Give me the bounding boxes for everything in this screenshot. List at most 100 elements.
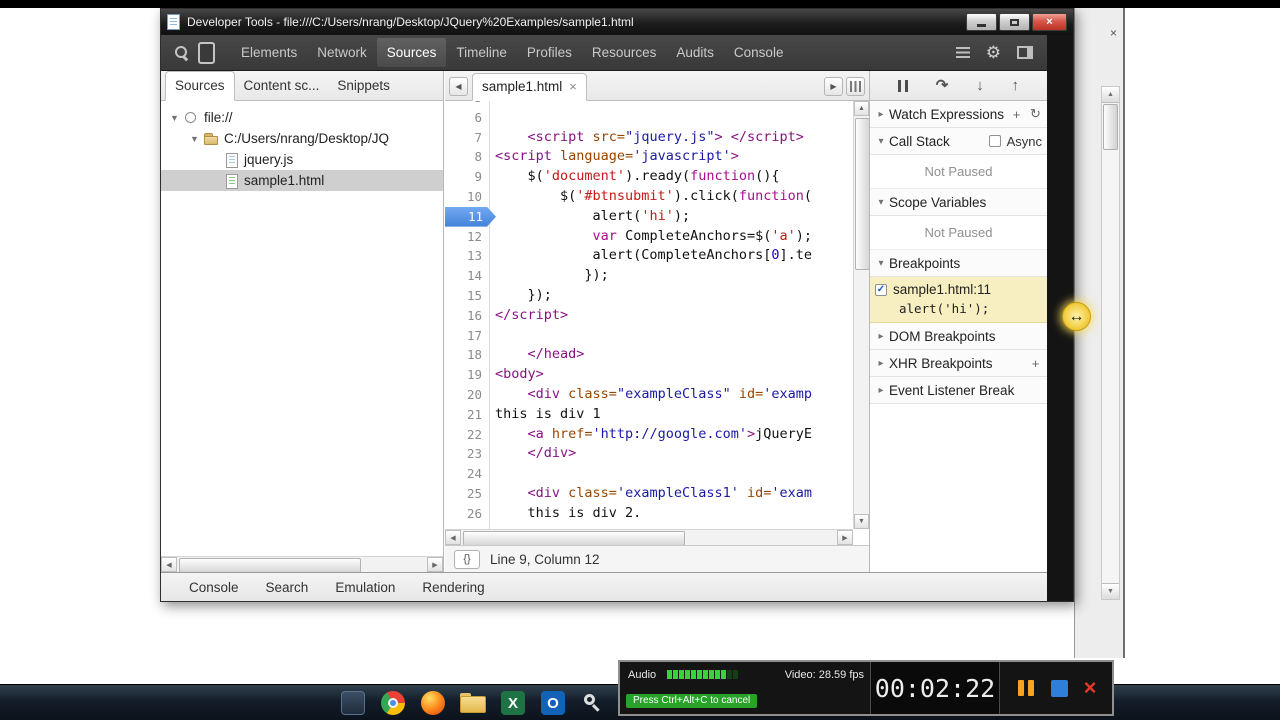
tab-profiles[interactable]: Profiles	[517, 37, 582, 68]
code-line[interactable]: <body>	[491, 365, 853, 385]
tree-item-file[interactable]: ▼ file://	[161, 107, 443, 128]
code-line[interactable]: var CompleteAnchors=$('a');	[491, 227, 853, 247]
code-line[interactable]: $('#btnsubmit').click(function(	[491, 187, 853, 207]
drawer-tab-console[interactable]: Console	[189, 580, 239, 595]
taskbar-outlook-icon[interactable]: O	[538, 688, 568, 718]
scroll-right-icon[interactable]: ▶	[837, 530, 853, 545]
step-into-button[interactable]: ↓	[976, 78, 984, 93]
pause-button[interactable]	[897, 79, 908, 92]
line-number[interactable]: 17	[445, 326, 489, 346]
scroll-left-icon[interactable]: ◀	[445, 530, 461, 545]
navigator-hscrollbar[interactable]: ◀ ▶	[161, 556, 443, 573]
scrollbar-thumb[interactable]	[1103, 104, 1118, 150]
console-drawer-icon[interactable]	[955, 47, 970, 58]
editor-hscrollbar[interactable]: ◀ ▶	[445, 529, 853, 546]
navigator-tab-sources[interactable]: Sources	[165, 71, 235, 101]
titlebar[interactable]: Developer Tools - file:///C:/Users/nrang…	[161, 9, 1073, 35]
tree-item-jquery-js[interactable]: jquery.js	[161, 149, 443, 170]
scrollbar-thumb[interactable]	[463, 531, 685, 546]
taskbar-chrome-icon[interactable]	[378, 688, 408, 718]
code-line[interactable]: this is div 1	[491, 405, 853, 425]
line-number[interactable]: 13	[445, 246, 489, 266]
code-line[interactable]: <a href='http://google.com'>jQueryE	[491, 425, 853, 445]
code-line[interactable]: <div class='exampleClass1' id='exam	[491, 484, 853, 504]
drawer-tab-emulation[interactable]: Emulation	[335, 580, 395, 595]
section-header-xhr-breakpoints[interactable]: ▸ XHR Breakpoints +	[870, 350, 1047, 377]
scrollbar-thumb[interactable]	[855, 118, 869, 270]
section-header-breakpoints[interactable]: ▾ Breakpoints	[870, 250, 1047, 277]
pretty-print-button[interactable]: {}	[454, 549, 480, 569]
code-line[interactable]: <div class="exampleClass" id='examp	[491, 385, 853, 405]
line-number[interactable]: 9	[445, 167, 489, 187]
dock-side-icon[interactable]	[1017, 46, 1033, 59]
tab-console[interactable]: Console	[724, 37, 794, 68]
line-number[interactable]: 19	[445, 365, 489, 385]
scroll-up-icon[interactable]: ▲	[1102, 87, 1119, 103]
hide-navigator-icon[interactable]: ◀	[449, 77, 468, 96]
editor-tab-sample1[interactable]: sample1.html ×	[472, 73, 587, 101]
line-number[interactable]: 24	[445, 464, 489, 484]
drawer-tab-search[interactable]: Search	[266, 580, 309, 595]
taskbar-folder-icon[interactable]	[458, 688, 488, 718]
line-number[interactable]: 21	[445, 405, 489, 425]
maximize-button[interactable]	[999, 13, 1030, 31]
code-line[interactable]: <script language='javascript'>	[491, 147, 853, 167]
code-line[interactable]: <head>	[491, 101, 853, 108]
code-line[interactable]: });	[491, 286, 853, 306]
tab-elements[interactable]: Elements	[231, 37, 307, 68]
line-number[interactable]: 25	[445, 484, 489, 504]
tab-network[interactable]: Network	[307, 37, 377, 68]
taskbar-search-icon[interactable]	[578, 688, 608, 718]
tab-audits[interactable]: Audits	[666, 37, 724, 68]
line-number[interactable]: 22	[445, 425, 489, 445]
navigator-tab-content-sc[interactable]: Content sc...	[235, 72, 329, 100]
scroll-down-icon[interactable]: ▼	[854, 514, 869, 529]
recorder-pause-button[interactable]	[1016, 680, 1036, 696]
line-number[interactable]: 6	[445, 108, 489, 128]
scroll-up-icon[interactable]: ▲	[854, 101, 869, 116]
code-editor[interactable]: <head> <script src="jquery.js"> </script…	[491, 101, 853, 529]
scroll-right-icon[interactable]: ▶	[427, 557, 443, 572]
scrollbar-thumb[interactable]	[179, 558, 361, 573]
code-line[interactable]	[491, 464, 853, 484]
line-number[interactable]: 20	[445, 385, 489, 405]
gutter[interactable]: 5678910111213141516171819202122232425262…	[445, 101, 496, 529]
refresh-icon[interactable]: ↻	[1029, 106, 1042, 122]
line-number[interactable]: 26	[445, 504, 489, 524]
breakpoint-entry[interactable]: ✓ sample1.html:11 alert('hi');	[870, 277, 1047, 323]
code-line[interactable]: });	[491, 266, 853, 286]
tab-resources[interactable]: Resources	[582, 37, 667, 68]
editor-vscrollbar[interactable]: ▲ ▼	[853, 101, 869, 529]
code-line[interactable]: $('document').ready(function(){	[491, 167, 853, 187]
panel-layout-icon[interactable]	[846, 77, 865, 96]
line-number[interactable]: 15	[445, 286, 489, 306]
line-number[interactable]: 8	[445, 147, 489, 167]
plus-icon[interactable]: +	[1010, 107, 1023, 122]
line-number[interactable]: 16	[445, 306, 489, 326]
code-line[interactable]: </div>	[491, 444, 853, 464]
line-number[interactable]: 7	[445, 128, 489, 148]
line-number[interactable]: 27	[445, 524, 489, 529]
section-header-call-stack[interactable]: ▾ Call Stack Async	[870, 128, 1047, 155]
show-debugger-icon[interactable]: ▶	[824, 77, 843, 96]
close-tab-icon[interactable]: ×	[569, 80, 577, 93]
code-line[interactable]	[491, 326, 853, 346]
code-line[interactable]	[491, 108, 853, 128]
drawer-tab-rendering[interactable]: Rendering	[422, 580, 484, 595]
step-over-button[interactable]: ↷	[936, 78, 949, 93]
section-header-watch-expressions[interactable]: ▸ Watch Expressions + ↻	[870, 101, 1047, 128]
line-number[interactable]: 10	[445, 187, 489, 207]
navigator-tab-snippets[interactable]: Snippets	[328, 72, 399, 100]
code-line[interactable]: this is div 2.	[491, 504, 853, 524]
section-header-scope-variables[interactable]: ▾ Scope Variables	[870, 189, 1047, 216]
device-mode-icon[interactable]	[198, 41, 215, 64]
line-number[interactable]: 23	[445, 444, 489, 464]
code-line[interactable]: alert('hi');	[491, 207, 853, 227]
line-number[interactable]: 14	[445, 266, 489, 286]
taskbar-excel-icon[interactable]: X	[498, 688, 528, 718]
code-line[interactable]: </script>	[491, 306, 853, 326]
taskbar-firefox-icon[interactable]	[418, 688, 448, 718]
recorder-close-button[interactable]: ×	[1084, 677, 1097, 699]
gear-icon[interactable]: ⚙	[986, 44, 1001, 61]
tab-timeline[interactable]: Timeline	[446, 37, 517, 68]
